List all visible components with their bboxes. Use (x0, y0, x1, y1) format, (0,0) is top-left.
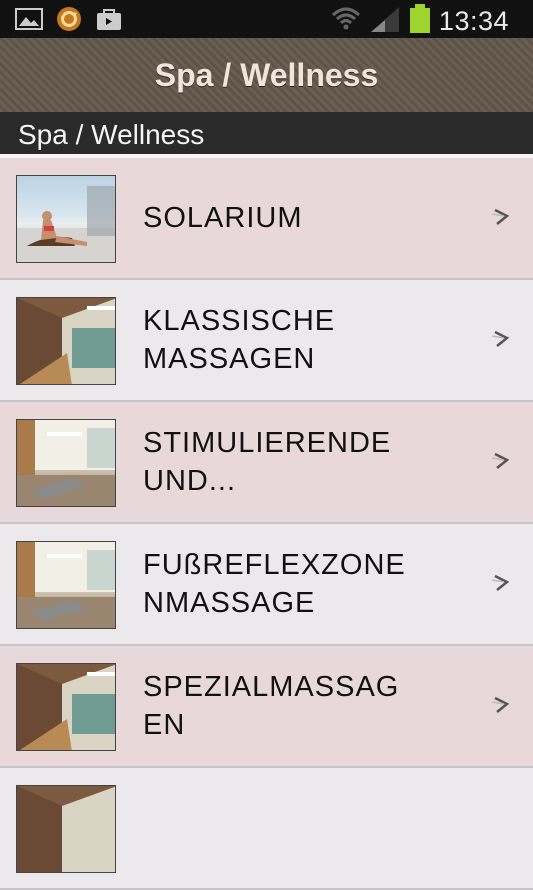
page-title: Spa / Wellness (154, 56, 379, 93)
wifi-icon (331, 6, 361, 37)
sync-icon (54, 7, 84, 31)
list-item-label: STIMULIERENDE UND... (143, 427, 392, 497)
chevron-right-icon (491, 452, 510, 469)
bag-icon (94, 7, 124, 31)
list-item-label: SOLARIUM (143, 202, 303, 234)
list-item[interactable]: SPEZIALMASSAG EN (0, 646, 533, 768)
chevron-right-icon (491, 574, 510, 591)
list-item[interactable] (0, 768, 533, 890)
list-item-label: SPEZIALMASSAG EN (143, 671, 400, 741)
list-item[interactable]: FUßREFLEXZONE NMASSAGE (0, 524, 533, 646)
service-list: SOLARIUM KLASSISCHE MASSAGEN STIMULIEREN… (0, 158, 533, 890)
relax-room-thumbnail (16, 419, 116, 507)
list-item[interactable]: STIMULIERENDE UND... (0, 402, 533, 524)
clock: 13:34 (438, 6, 509, 36)
relax-room-thumbnail (16, 541, 116, 629)
app-bar: Spa / Wellness (0, 38, 533, 112)
pool-thumbnail (16, 297, 116, 385)
pool-thumbnail (16, 663, 116, 751)
signal-icon (369, 5, 401, 38)
chevron-right-icon (491, 208, 510, 225)
list-item[interactable]: KLASSISCHE MASSAGEN (0, 280, 533, 402)
chevron-right-icon (491, 330, 510, 347)
list-item-label: FUßREFLEXZONE NMASSAGE (143, 549, 406, 619)
battery-icon (409, 4, 431, 39)
list-item-label: KLASSISCHE MASSAGEN (143, 305, 336, 375)
solarium-thumbnail (16, 175, 116, 263)
chevron-right-icon (491, 696, 510, 713)
section-title: Spa / Wellness (18, 119, 205, 150)
section-header: Spa / Wellness (0, 112, 533, 158)
picture-icon (14, 7, 44, 31)
pool-thumbnail (16, 785, 116, 873)
status-bar: 13:34 (0, 0, 533, 38)
list-item[interactable]: SOLARIUM (0, 158, 533, 280)
list-item-label (143, 768, 443, 888)
